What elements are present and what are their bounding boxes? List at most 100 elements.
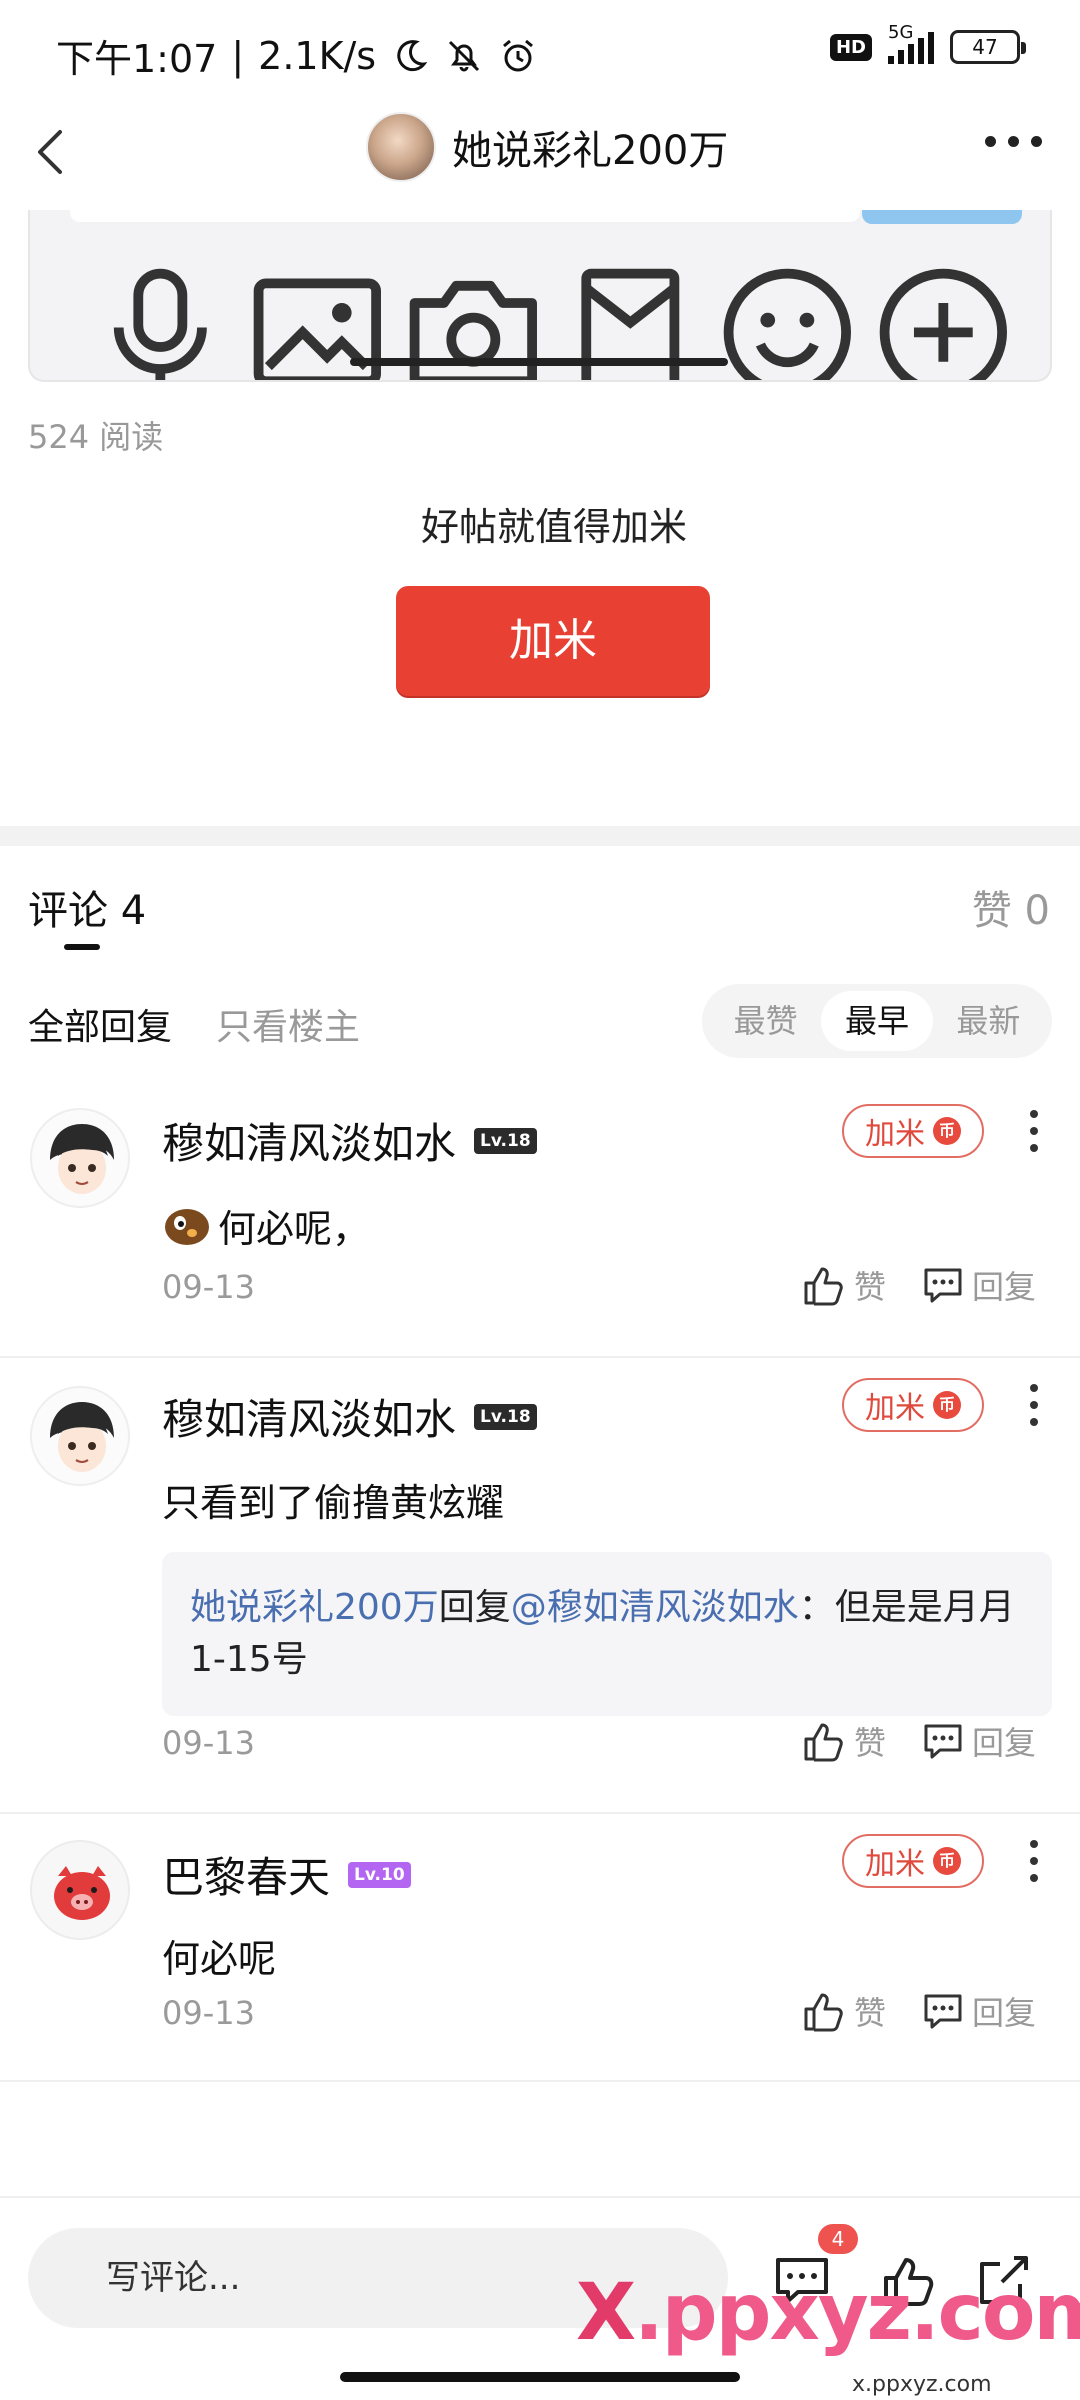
nav-title: 她说彩礼200万	[452, 128, 729, 174]
emoji-icon	[723, 268, 851, 380]
status-bar: 下午1:07 | 2.1K/s HD 5G 47	[0, 0, 1080, 100]
avatar[interactable]	[30, 1840, 130, 1940]
post-image-input-strip	[70, 210, 860, 222]
comment-user-row: 穆如清风淡如水 Lv.18	[162, 1110, 537, 1171]
likes-total[interactable]: 赞 0	[972, 878, 1050, 936]
like-action[interactable]: 赞	[802, 1262, 886, 1308]
level-badge: Lv.18	[474, 1403, 537, 1430]
quote-separator: ：	[798, 1587, 835, 1628]
comment-text-row: 何必呢，	[162, 1198, 370, 1253]
like-label: 赞	[854, 1994, 887, 2032]
anime-boy-avatar-icon	[50, 1124, 114, 1194]
read-count: 524 阅读	[28, 418, 164, 456]
status-right: HD 5G 47	[829, 22, 1026, 64]
reward-tip: 好帖就值得加米	[420, 505, 687, 549]
comment-text-row: 何必呢	[162, 1928, 276, 1983]
reply-label: 回复	[972, 1724, 1037, 1762]
post-image-send-strip	[862, 210, 1022, 224]
bell-off-icon	[449, 40, 480, 71]
back-arrow-icon[interactable]	[24, 122, 84, 182]
reply-action[interactable]: 回复	[922, 1988, 1036, 2034]
comment-reward-button[interactable]: 加米 币	[842, 1104, 984, 1158]
status-time: 下午1:07	[56, 37, 218, 81]
reply-label: 回复	[972, 1268, 1037, 1306]
quote-verb: 回复	[438, 1587, 511, 1628]
sort-toggle: 最赞 最早 最新	[702, 984, 1052, 1058]
sort-newest[interactable]: 最新	[933, 991, 1044, 1051]
coin-icon: 币	[933, 1391, 961, 1419]
alarm-icon	[503, 39, 534, 71]
comment-user-row: 穆如清风淡如水 Lv.18	[162, 1386, 537, 1447]
comments-tab-underline	[64, 944, 100, 950]
filter-op-only[interactable]: 只看楼主	[216, 998, 360, 1050]
comment-reward-button[interactable]: 加米 币	[842, 1834, 984, 1888]
comment-more-icon[interactable]	[1026, 1384, 1042, 1426]
reply-action[interactable]: 回复	[922, 1718, 1036, 1764]
reply-label: 回复	[972, 1994, 1037, 2032]
moon-icon	[397, 39, 428, 71]
nav-author[interactable]: 她说彩礼200万	[366, 112, 728, 182]
level-badge: Lv.18	[474, 1127, 537, 1154]
status-net-speed: 2.1K/s	[258, 33, 377, 78]
comment-username[interactable]: 巴黎春天	[162, 1844, 330, 1905]
comment-date: 09-13	[162, 1268, 255, 1306]
home-indicator	[340, 2372, 740, 2382]
reply-bubble-icon	[924, 1724, 962, 1759]
filter-all-replies[interactable]: 全部回复	[28, 998, 172, 1050]
comments-title[interactable]: 评论 4	[28, 878, 146, 936]
watermark-logo: X.ppxyz.com	[576, 2268, 1080, 2358]
post-image-home-indicator	[350, 358, 728, 366]
author-avatar[interactable]	[366, 112, 436, 182]
comment-item: 穆如清风淡如水 Lv.18 加米 币 只看到了偷撸黄炫耀 她说彩礼200万回复@…	[0, 1358, 1080, 1814]
reward-button[interactable]: 加米	[396, 586, 710, 696]
reply-action[interactable]: 回复	[922, 1262, 1036, 1308]
like-label: 赞	[854, 1724, 887, 1762]
comment-username[interactable]: 穆如清风淡如水	[162, 1110, 456, 1171]
comment-user-row: 巴黎春天 Lv.10	[162, 1844, 411, 1905]
avatar[interactable]	[30, 1108, 130, 1208]
reply-bubble-icon	[924, 1268, 962, 1303]
sort-earliest[interactable]: 最早	[821, 991, 933, 1051]
quoted-reply[interactable]: 她说彩礼200万回复@穆如清风淡如水：但是是月月1-15号	[162, 1552, 1052, 1716]
level-badge: Lv.10	[348, 1861, 411, 1888]
comment-date: 09-13	[162, 1994, 255, 2032]
microphone-icon	[113, 268, 207, 380]
comment-text: 只看到了偷撸黄炫耀	[162, 1481, 505, 1525]
coin-icon: 币	[933, 1117, 961, 1145]
like-action[interactable]: 赞	[802, 1988, 886, 2034]
comment-text-row: 只看到了偷撸黄炫耀	[162, 1472, 504, 1527]
plus-circle-icon	[880, 268, 1008, 380]
battery-icon: 47	[950, 30, 1026, 64]
signal-icon: 5G	[888, 22, 934, 64]
red-pig-avatar-icon	[54, 1866, 110, 1920]
nav-bar: 她说彩礼200万	[0, 100, 1080, 210]
comment-more-icon[interactable]	[1026, 1110, 1042, 1152]
anime-boy-avatar-icon	[50, 1402, 114, 1472]
thumbs-up-icon	[804, 1993, 843, 2032]
comment-text: 何必呢，	[218, 1207, 371, 1251]
comment-username[interactable]: 穆如清风淡如水	[162, 1386, 456, 1447]
reply-bubble-icon	[924, 1994, 962, 2029]
avatar[interactable]	[30, 1386, 130, 1486]
sort-top[interactable]: 最赞	[710, 991, 821, 1051]
coin-icon: 币	[933, 1847, 961, 1875]
comment-item: 巴黎春天 Lv.10 加米 币 何必呢 09-13 赞 回复	[0, 1814, 1080, 2082]
battery-level: 47	[972, 35, 998, 59]
thumbs-up-icon	[804, 1267, 843, 1306]
quote-mention[interactable]: @穆如清风淡如水	[511, 1587, 799, 1628]
comment-reward-label: 加米	[865, 1391, 925, 1426]
comment-count-badge: 4	[818, 2224, 858, 2254]
comment-reward-label: 加米	[865, 1847, 925, 1882]
comment-reward-button[interactable]: 加米 币	[842, 1378, 984, 1432]
status-separator: |	[231, 33, 245, 78]
like-action[interactable]: 赞	[802, 1718, 886, 1764]
section-divider	[0, 826, 1080, 846]
comment-date: 09-13	[162, 1724, 255, 1762]
comment-more-icon[interactable]	[1026, 1840, 1042, 1882]
more-menu-icon[interactable]	[985, 136, 1042, 147]
reply-filter: 全部回复 只看楼主	[28, 998, 360, 1050]
quote-author[interactable]: 她说彩礼200万	[190, 1587, 439, 1628]
post-image[interactable]	[28, 210, 1052, 382]
comment-text: 何必呢	[162, 1937, 277, 1981]
network-type: 5G	[888, 22, 914, 43]
